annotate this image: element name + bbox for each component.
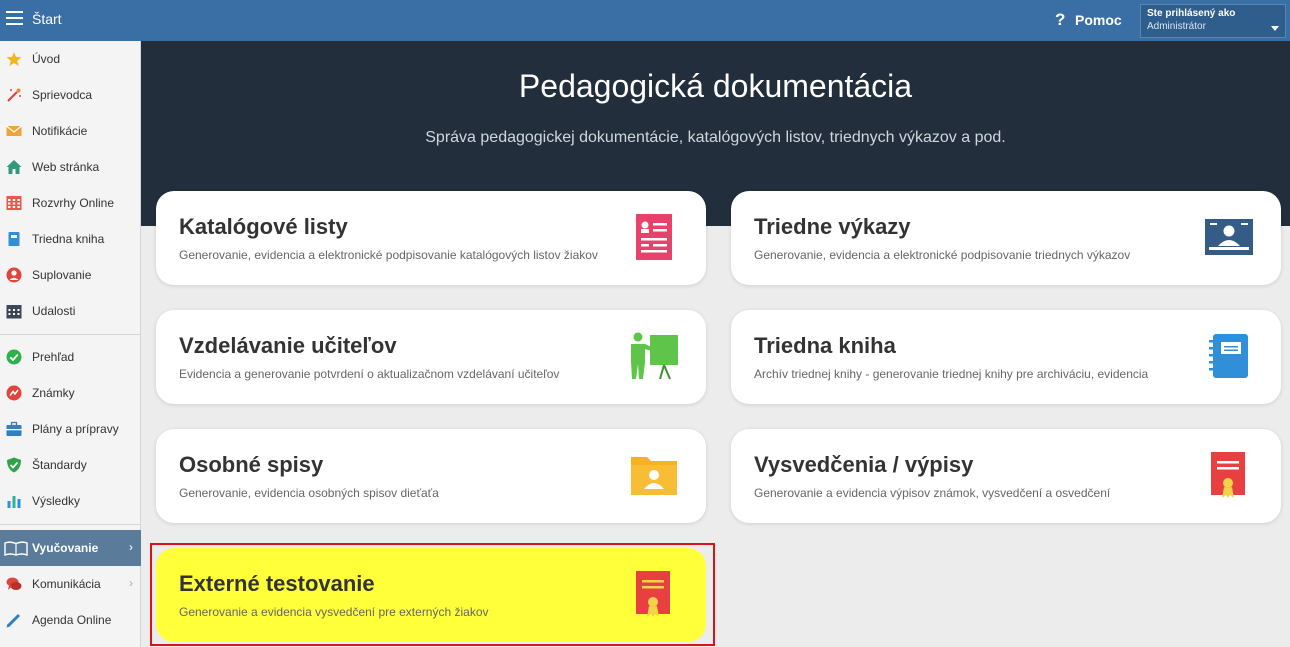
open-book-icon: [4, 541, 28, 556]
card-description: Generovanie, evidencia a elektronické po…: [754, 248, 1131, 262]
notebook-icon: [1209, 334, 1248, 378]
chevron-right-icon: ›: [129, 576, 133, 590]
sidebar-item-suplovanie[interactable]: Suplovanie: [0, 257, 141, 293]
chat-icon: [6, 577, 22, 590]
sidebar-item-label: Triedna kniha: [32, 232, 105, 246]
sidebar-item-standardy[interactable]: Štandardy: [0, 447, 141, 483]
star-icon: [6, 52, 22, 66]
sidebar-item-notifikacie[interactable]: Notifikácie: [0, 113, 141, 149]
catalog-list-icon: [636, 214, 672, 260]
sidebar-divider: [0, 524, 141, 525]
shield-check-icon: [7, 457, 21, 473]
sidebar-item-label: Notifikácie: [32, 124, 88, 138]
card-description: Archív triednej knihy - generovanie trie…: [754, 367, 1149, 381]
chevron-right-icon: ›: [129, 540, 133, 554]
calendar-icon: [6, 305, 22, 319]
card-title: Vzdelávanie učiteľov: [179, 333, 397, 358]
sidebar-item-label: Vyučovanie: [32, 541, 99, 555]
class-report-icon: [1205, 219, 1253, 255]
bar-chart-icon: [7, 496, 21, 508]
sidebar-item-sprievodca[interactable]: Sprievodca: [0, 77, 141, 113]
user-caption: Ste prihlásený ako: [1147, 8, 1236, 19]
book-icon: [8, 232, 20, 246]
sidebar-item-label: Web stránka: [32, 160, 100, 174]
sidebar-item-rozvrhy-online[interactable]: Rozvrhy Online: [0, 185, 141, 221]
sidebar-item-label: Štandardy: [32, 458, 87, 472]
certificate-icon: [636, 571, 670, 617]
user-dropdown[interactable]: Ste prihlásený ako Administrátor: [1140, 4, 1286, 38]
card-triedne-vykazy[interactable]: Triedne výkazy Generovanie, evidencia a …: [731, 191, 1281, 285]
sidebar-item-triedna-kniha[interactable]: Triedna kniha: [0, 221, 141, 257]
card-description: Generovanie a evidencia vysvedčení pre e…: [179, 605, 489, 619]
sidebar-divider: [0, 334, 141, 335]
sidebar-item-uvod[interactable]: Úvod: [0, 41, 141, 77]
question-icon: ?: [1055, 10, 1066, 29]
sidebar-item-komunikacia[interactable]: Komunikácia ›: [0, 566, 141, 602]
certificate-icon: [1211, 452, 1245, 498]
page-heading: Pedagogická dokumentácia: [518, 68, 913, 104]
card-title: Vysvedčenia / výpisy: [754, 452, 974, 477]
sidebar-item-web-stranka[interactable]: Web stránka: [0, 149, 141, 185]
grade-icon: [6, 385, 22, 401]
help-label: Pomoc: [1075, 12, 1122, 28]
card-title: Katalógové listy: [179, 214, 348, 239]
sidebar-item-vyucovanie[interactable]: Vyučovanie ›: [0, 530, 141, 566]
help-button[interactable]: ? Pomoc: [1055, 10, 1122, 30]
user-role: Administrátor: [1147, 21, 1206, 32]
card-title: Triedne výkazy: [754, 214, 911, 239]
card-description: Generovanie, evidencia osobných spisov d…: [179, 486, 439, 500]
sidebar-item-vysledky[interactable]: Výsledky: [0, 483, 141, 519]
page-title: Štart: [32, 11, 62, 27]
menu-icon[interactable]: [6, 11, 23, 25]
page-subheading: Správa pedagogickej dokumentácie, kataló…: [425, 129, 1006, 146]
check-circle-icon: [6, 349, 22, 365]
card-osobne-spisy[interactable]: Osobné spisy Generovanie, evidencia osob…: [156, 429, 706, 523]
sidebar-item-label: Agenda Online: [32, 613, 112, 627]
sidebar-item-znamky[interactable]: Známky: [0, 375, 141, 411]
calendar-grid-icon: [6, 196, 22, 210]
sidebar-item-label: Komunikácia: [32, 577, 101, 591]
teacher-board-icon: [631, 332, 678, 380]
sidebar: Úvod Sprievodca Notifikácie Web stránka …: [0, 41, 141, 647]
sidebar-item-label: Sprievodca: [32, 88, 93, 102]
sidebar-item-label: Známky: [32, 386, 75, 400]
sidebar-item-label: Prehľad: [32, 350, 75, 364]
card-katalogove-listy[interactable]: Katalógové listy Generovanie, evidencia …: [156, 191, 706, 285]
sidebar-item-label: Plány a prípravy: [32, 422, 119, 436]
person-icon: [6, 267, 22, 283]
card-title: Triedna kniha: [754, 333, 896, 358]
personal-folder-icon: [631, 457, 677, 495]
sidebar-item-label: Výsledky: [32, 494, 81, 508]
sidebar-item-label: Suplovanie: [32, 268, 92, 282]
home-icon: [6, 160, 22, 174]
pencil-icon: [6, 613, 21, 628]
card-description: Generovanie, evidencia a elektronické po…: [179, 248, 598, 262]
card-externe-testovanie[interactable]: Externé testovanie Generovanie a evidenc…: [156, 548, 706, 642]
card-vzdelavanie-ucitelov[interactable]: Vzdelávanie učiteľov Evidencia a generov…: [156, 310, 706, 404]
sidebar-item-label: Úvod: [32, 52, 61, 66]
top-bar: Štart ? Pomoc Ste prihlásený ako Administ…: [0, 0, 1290, 41]
sidebar-item-udalosti[interactable]: Udalosti: [0, 293, 141, 329]
card-vysvedcenia-vypisy[interactable]: Vysvedčenia / výpisy Generovanie a evide…: [731, 429, 1281, 523]
card-description: Evidencia a generovanie potvrdení o aktu…: [179, 367, 560, 381]
chevron-down-icon: [1271, 26, 1279, 31]
card-title: Osobné spisy: [179, 452, 324, 477]
magic-wand-icon: [7, 88, 21, 102]
card-triedna-kniha[interactable]: Triedna kniha Archív triednej knihy - ge…: [731, 310, 1281, 404]
sidebar-item-prehlad[interactable]: Prehľad: [0, 339, 141, 375]
card-title: Externé testovanie: [179, 571, 375, 596]
sidebar-item-label: Rozvrhy Online: [32, 196, 115, 210]
sidebar-item-agenda-online[interactable]: Agenda Online: [0, 602, 141, 638]
sidebar-item-plany-a-pripravy[interactable]: Plány a prípravy: [0, 411, 141, 447]
sidebar-item-label: Udalosti: [32, 304, 76, 318]
envelope-icon: [6, 125, 22, 136]
card-description: Generovanie a evidencia výpisov známok, …: [754, 486, 1111, 500]
briefcase-icon: [6, 421, 22, 436]
